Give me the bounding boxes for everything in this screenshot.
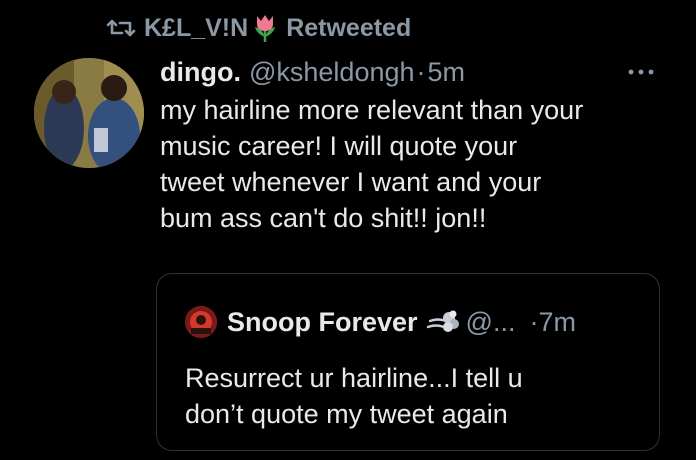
retweet-context: K£L_V!N Retweeted: [106, 10, 411, 46]
timestamp[interactable]: 5m: [428, 57, 466, 88]
quoted-tweet-card[interactable]: Snoop Forever @... ·7m Resurrect ur hair…: [156, 273, 660, 451]
tweet-text-line: bum ass can't do shit!! jon!!: [160, 203, 487, 233]
tweet-text: my hairline more relevant than your musi…: [160, 92, 680, 236]
smoke-icon: [426, 307, 460, 337]
more-icon[interactable]: [624, 62, 658, 82]
tweet-text-line: tweet whenever I want and your: [160, 167, 542, 197]
avatar[interactable]: [34, 58, 144, 168]
retweet-icon: [106, 17, 136, 39]
quoted-timestamp: ·7m: [529, 306, 576, 337]
quoted-author-handle: @...: [465, 306, 516, 337]
separator-dot: ·: [416, 56, 426, 87]
tulip-icon: [252, 13, 278, 43]
retweeter-name: K£L_V!N: [144, 13, 249, 42]
quoted-text-line: don’t quote my tweet again: [185, 399, 508, 429]
tweet-header: dingo. @ksheldongh · 5m: [160, 54, 465, 90]
retweeted-label: Retweeted: [286, 13, 412, 42]
tweet-text-line: music career! I will quote your: [160, 131, 518, 161]
tweet-text-line: my hairline more relevant than your: [160, 95, 584, 125]
quoted-author-name: Snoop Forever: [227, 306, 418, 337]
quoted-text-line: Resurrect ur hairline...I tell u: [185, 363, 523, 393]
quoted-tweet-header: Snoop Forever @... ·7m: [185, 304, 576, 340]
author-name[interactable]: dingo.: [160, 57, 241, 88]
author-handle[interactable]: @ksheldongh: [249, 57, 415, 88]
quoted-avatar: [185, 306, 217, 338]
retweeter-link[interactable]: K£L_V!N: [144, 13, 278, 43]
quoted-tweet-text: Resurrect ur hairline...I tell u don’t q…: [185, 360, 523, 432]
